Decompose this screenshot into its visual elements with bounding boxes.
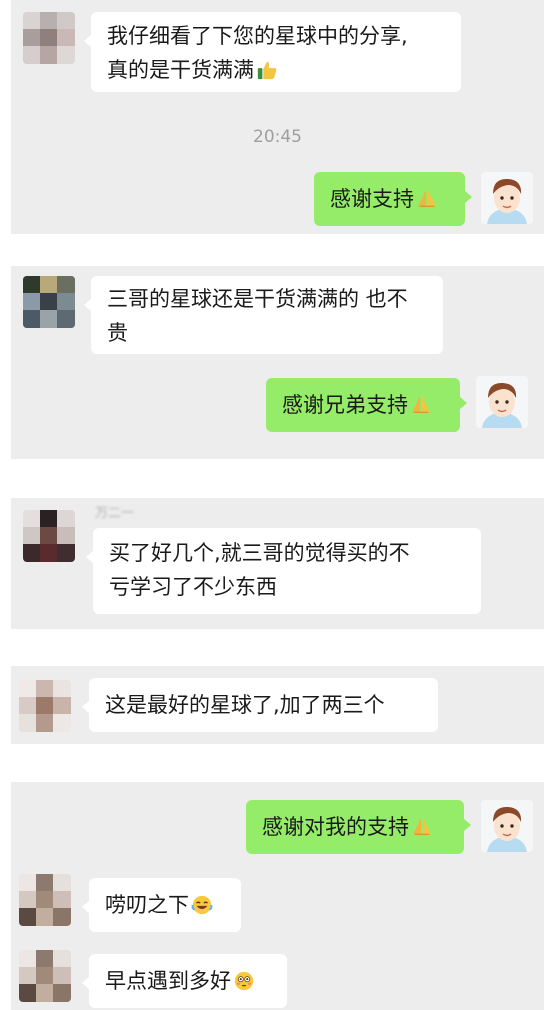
cartoon-avatar-image (481, 800, 533, 852)
message-line-last: 贵 (107, 321, 128, 345)
blurred-avatar-image (19, 680, 71, 732)
reply-text: 感谢兄弟支持 (282, 393, 408, 417)
message-bubble[interactable]: 买了好几个,就三哥的觉得买的不 亏学习了不少东西 (86, 528, 481, 614)
chat-panel-4: 这是最好的星球了,加了两三个 (11, 666, 544, 744)
cartoon-avatar-image (481, 172, 533, 224)
cartoon-avatar[interactable] (476, 376, 528, 428)
message-line-last: 真的是干货满满 (107, 53, 445, 91)
cartoon-avatar-image (476, 376, 528, 428)
message-text: 唠叨之下 (105, 893, 189, 917)
blurred-avatar[interactable] (19, 950, 71, 1002)
message-timestamp: 20:45 (253, 127, 302, 147)
chat-panel-3: 万二一 买了好几个,就三哥的觉得买的不 亏学习了不少东西 (11, 498, 544, 629)
message-text: 早点遇到多好 (105, 969, 231, 993)
message-bubble[interactable]: 早点遇到多好 (82, 954, 287, 1008)
message-bubble[interactable]: 这是最好的星球了,加了两三个 (82, 678, 438, 732)
message-bubble[interactable]: 三哥的星球还是干货满满的 也不 贵 (84, 276, 443, 354)
message-line-last: 亏学习了不少东西 (109, 575, 277, 599)
blurred-avatar[interactable] (19, 874, 71, 926)
message-text: 这是最好的星球了,加了两三个 (105, 693, 385, 717)
blurred-avatar[interactable] (23, 12, 75, 64)
reply-text: 感谢支持 (330, 187, 414, 211)
message-text: 真的是干货满满 (107, 58, 254, 82)
blurred-avatar-image (23, 510, 75, 562)
message-line: 三哥的星球还是干货满满的 也不 (107, 287, 408, 311)
flushed-face-icon (233, 968, 255, 1002)
blurred-avatar[interactable] (23, 510, 75, 562)
folded-hands-icon (410, 392, 432, 426)
chat-panel-5: 感谢对我的支持 唠叨之下 早点遇到多好 (11, 782, 544, 1010)
blurred-avatar-image (23, 12, 75, 64)
blurred-avatar[interactable] (19, 680, 71, 732)
blurred-avatar-image (23, 276, 75, 328)
message-bubble[interactable]: 我仔细看了下您的星球中的分享, 真的是干货满满 (84, 12, 461, 92)
thumbs-up-icon (256, 57, 278, 91)
chat-panel-1: 我仔细看了下您的星球中的分享, 真的是干货满满 20:45 感谢支持 (11, 0, 544, 234)
folded-hands-icon (411, 814, 433, 848)
sender-name: 万二一 (95, 506, 135, 521)
reply-bubble[interactable]: 感谢对我的支持 (246, 800, 471, 854)
tears-of-joy-icon (191, 892, 213, 926)
reply-bubble[interactable]: 感谢兄弟支持 (266, 378, 467, 432)
reply-bubble[interactable]: 感谢支持 (314, 172, 472, 226)
message-line: 买了好几个,就三哥的觉得买的不 (109, 541, 410, 565)
folded-hands-icon (416, 186, 438, 220)
blurred-avatar-image (19, 950, 71, 1002)
cartoon-avatar[interactable] (481, 172, 533, 224)
reply-text: 感谢对我的支持 (262, 815, 409, 839)
blurred-avatar-image (19, 874, 71, 926)
message-bubble[interactable]: 唠叨之下 (82, 878, 241, 932)
blurred-avatar[interactable] (23, 276, 75, 328)
message-line: 我仔细看了下您的星球中的分享, (107, 24, 408, 48)
chat-panel-2: 三哥的星球还是干货满满的 也不 贵 感谢兄弟支持 (11, 266, 544, 459)
cartoon-avatar[interactable] (481, 800, 533, 852)
